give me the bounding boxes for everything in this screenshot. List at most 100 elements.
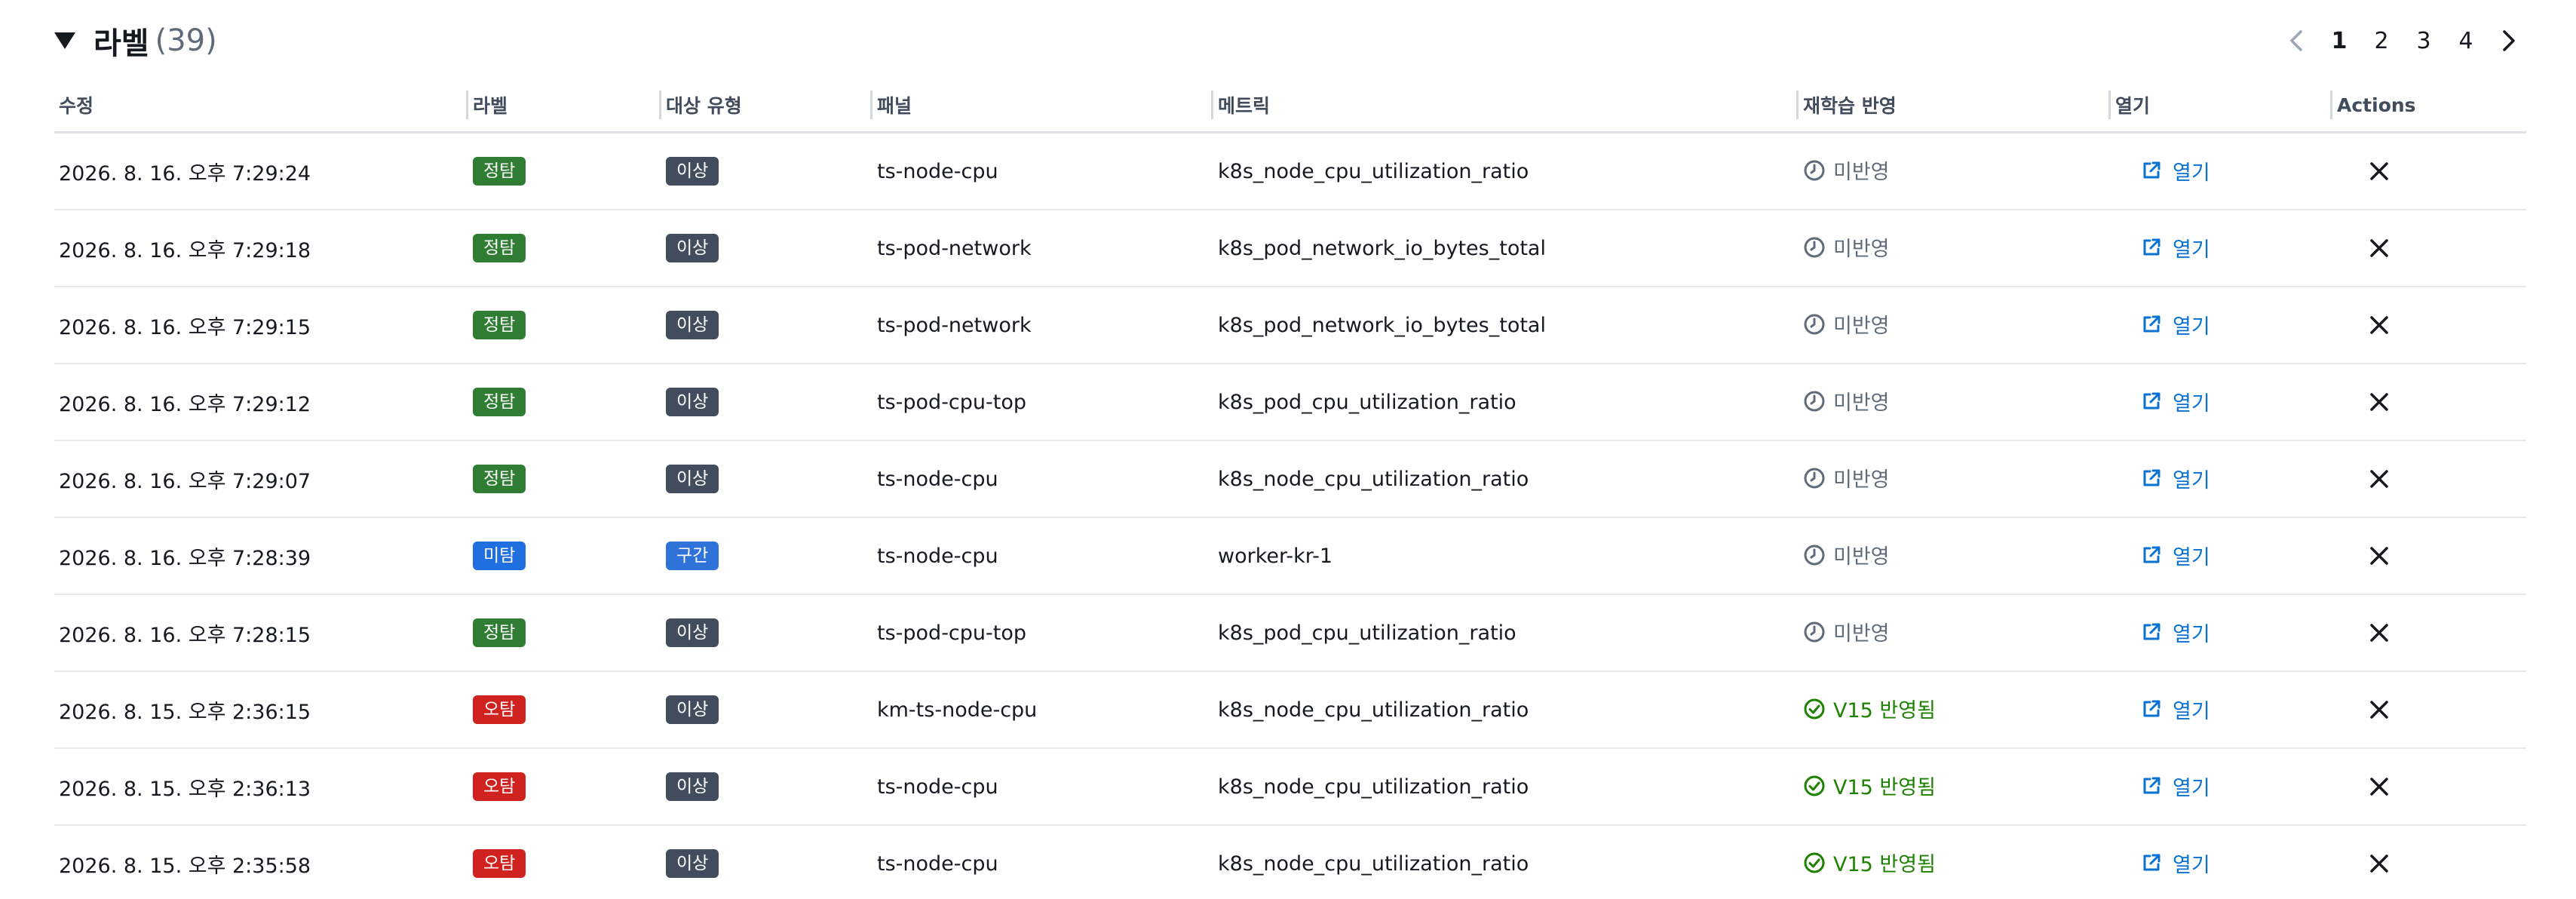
delete-label-button[interactable]	[2363, 232, 2396, 265]
close-icon	[2369, 622, 2390, 643]
target-badge: 이상	[666, 388, 719, 416]
table-header-row: 수정 라벨 대상 유형 패널 메트릭 재학습 반영 열기 Actions	[54, 78, 2526, 133]
cell-target: 이상	[661, 825, 872, 899]
open-link[interactable]: 열기	[2141, 541, 2210, 570]
table-row[interactable]: 2026. 8. 16. 오후 7:29:07 정탐 이상 ts-node-cpu k8…	[54, 440, 2526, 518]
metric-text: k8s_node_cpu_utilization_ratio	[1218, 698, 1529, 722]
open-link-text: 열기	[2173, 391, 2210, 416]
open-link[interactable]: 열기	[2141, 387, 2210, 416]
delete-label-button[interactable]	[2363, 385, 2396, 419]
metric-text: k8s_pod_network_io_bytes_total	[1218, 236, 1546, 260]
open-link[interactable]: 열기	[2141, 464, 2210, 493]
column-header-open[interactable]: 열기	[2111, 78, 2332, 133]
next-page-icon[interactable]	[2487, 20, 2529, 62]
delete-label-button[interactable]	[2363, 155, 2396, 188]
prev-page-icon[interactable]	[2276, 20, 2318, 62]
modified-text: 2026. 8. 15. 오후 2:36:13	[59, 777, 311, 801]
retrain-status: 미반영	[1803, 309, 1890, 339]
cell-modified: 2026. 8. 16. 오후 7:29:18	[54, 210, 468, 287]
panel-text: ts-pod-network	[877, 236, 1032, 260]
column-header-label-type[interactable]: 라벨	[468, 78, 661, 133]
retrain-status-text: 미반영	[1833, 391, 1890, 416]
clock-icon	[1803, 544, 1826, 566]
open-link[interactable]: 열기	[2141, 156, 2210, 186]
check-circle-icon	[1803, 775, 1826, 797]
metric-text: k8s_pod_cpu_utilization_ratio	[1218, 621, 1516, 645]
open-link[interactable]: 열기	[2141, 618, 2210, 647]
open-link[interactable]: 열기	[2141, 848, 2210, 878]
page-button-2[interactable]: 2	[2360, 20, 2403, 62]
cell-retrain: V15 반영됨	[1799, 825, 2111, 899]
open-link[interactable]: 열기	[2141, 772, 2210, 801]
open-link[interactable]: 열기	[2141, 310, 2210, 339]
table-row[interactable]: 2026. 8. 15. 오후 2:36:13 오탐 이상 ts-node-cpu k8…	[54, 748, 2526, 826]
cell-open: 열기	[2111, 364, 2332, 441]
cell-open: 열기	[2111, 671, 2332, 749]
delete-label-button[interactable]	[2363, 770, 2396, 803]
labels-panel: 라벨 (39) 1 2 3 4 수정 라벨 대상 유형 패널 메트릭 재학습 반…	[0, 0, 2576, 899]
cell-panel: ts-pod-network	[872, 287, 1213, 364]
retrain-status: 미반영	[1803, 232, 1890, 262]
cell-retrain: 미반영	[1799, 364, 2111, 441]
page-button-3[interactable]: 3	[2403, 20, 2445, 62]
cell-retrain: V15 반영됨	[1799, 671, 2111, 749]
delete-label-button[interactable]	[2363, 847, 2396, 880]
delete-label-button[interactable]	[2363, 616, 2396, 649]
table-row[interactable]: 2026. 8. 16. 오후 7:29:18 정탐 이상 ts-pod-networ…	[54, 210, 2526, 287]
retrain-status-text: 미반영	[1833, 314, 1890, 339]
cell-modified: 2026. 8. 16. 오후 7:28:15	[54, 594, 468, 672]
cell-panel: ts-node-cpu	[872, 517, 1213, 595]
section-header: 라벨 (39)	[54, 17, 217, 65]
external-link-icon	[2141, 391, 2162, 412]
delete-label-button[interactable]	[2363, 693, 2396, 726]
cell-actions	[2332, 440, 2526, 518]
panel-text: ts-node-cpu	[877, 159, 998, 183]
target-badge: 이상	[666, 618, 719, 647]
column-header-metric[interactable]: 메트릭	[1213, 78, 1799, 133]
page-button-1[interactable]: 1	[2318, 20, 2360, 62]
cell-panel: ts-pod-cpu-top	[872, 594, 1213, 672]
cell-modified: 2026. 8. 16. 오후 7:29:07	[54, 440, 468, 518]
column-header-target[interactable]: 대상 유형	[661, 78, 872, 133]
table-row[interactable]: 2026. 8. 15. 오후 2:35:58 오탐 이상 ts-node-cpu k8…	[54, 825, 2526, 899]
check-circle-icon	[1803, 851, 1826, 874]
column-header-label: 재학습 반영	[1803, 95, 1897, 117]
target-badge: 이상	[666, 157, 719, 186]
label-badge: 오탐	[473, 849, 526, 878]
close-icon	[2369, 161, 2390, 182]
external-link-icon	[2141, 698, 2162, 720]
cell-label: 정탐	[468, 594, 661, 672]
cell-panel: km-ts-node-cpu	[872, 671, 1213, 749]
delete-label-button[interactable]	[2363, 462, 2396, 496]
cell-label: 오탐	[468, 748, 661, 826]
delete-label-button[interactable]	[2363, 308, 2396, 342]
column-header-retrain[interactable]: 재학습 반영	[1799, 78, 2111, 133]
cell-metric: k8s_node_cpu_utilization_ratio	[1213, 671, 1799, 749]
table-row[interactable]: 2026. 8. 16. 오후 7:29:24 정탐 이상 ts-node-cpu k8…	[54, 132, 2526, 210]
table-row[interactable]: 2026. 8. 16. 오후 7:29:12 정탐 이상 ts-pod-cpu-to…	[54, 364, 2526, 441]
column-header-panel[interactable]: 패널	[872, 78, 1213, 133]
page-button-4[interactable]: 4	[2445, 20, 2487, 62]
cell-actions	[2332, 825, 2526, 899]
open-link[interactable]: 열기	[2141, 233, 2210, 262]
cell-target: 이상	[661, 210, 872, 287]
cell-label: 정탐	[468, 287, 661, 364]
modified-text: 2026. 8. 16. 오후 7:29:15	[59, 315, 311, 339]
table-row[interactable]: 2026. 8. 16. 오후 7:29:15 정탐 이상 ts-pod-networ…	[54, 287, 2526, 364]
collapse-caret-icon[interactable]	[54, 32, 75, 49]
cell-metric: k8s_pod_cpu_utilization_ratio	[1213, 364, 1799, 441]
open-link[interactable]: 열기	[2141, 695, 2210, 724]
cell-target: 이상	[661, 671, 872, 749]
delete-label-button[interactable]	[2363, 539, 2396, 572]
close-icon	[2369, 314, 2390, 336]
column-header-modified[interactable]: 수정	[54, 78, 468, 133]
table-row[interactable]: 2026. 8. 16. 오후 7:28:39 미탐 구간 ts-node-cpu wo…	[54, 517, 2526, 595]
table-row[interactable]: 2026. 8. 16. 오후 7:28:15 정탐 이상 ts-pod-cpu-to…	[54, 594, 2526, 672]
external-link-icon	[2141, 468, 2162, 489]
panel-text: ts-pod-cpu-top	[877, 390, 1027, 414]
column-header-actions: Actions	[2332, 78, 2526, 133]
cell-target: 이상	[661, 287, 872, 364]
table-row[interactable]: 2026. 8. 15. 오후 2:36:15 오탐 이상 km-ts-node-cp…	[54, 671, 2526, 749]
close-icon	[2369, 853, 2390, 874]
retrain-status-text: V15 반영됨	[1833, 776, 1936, 800]
